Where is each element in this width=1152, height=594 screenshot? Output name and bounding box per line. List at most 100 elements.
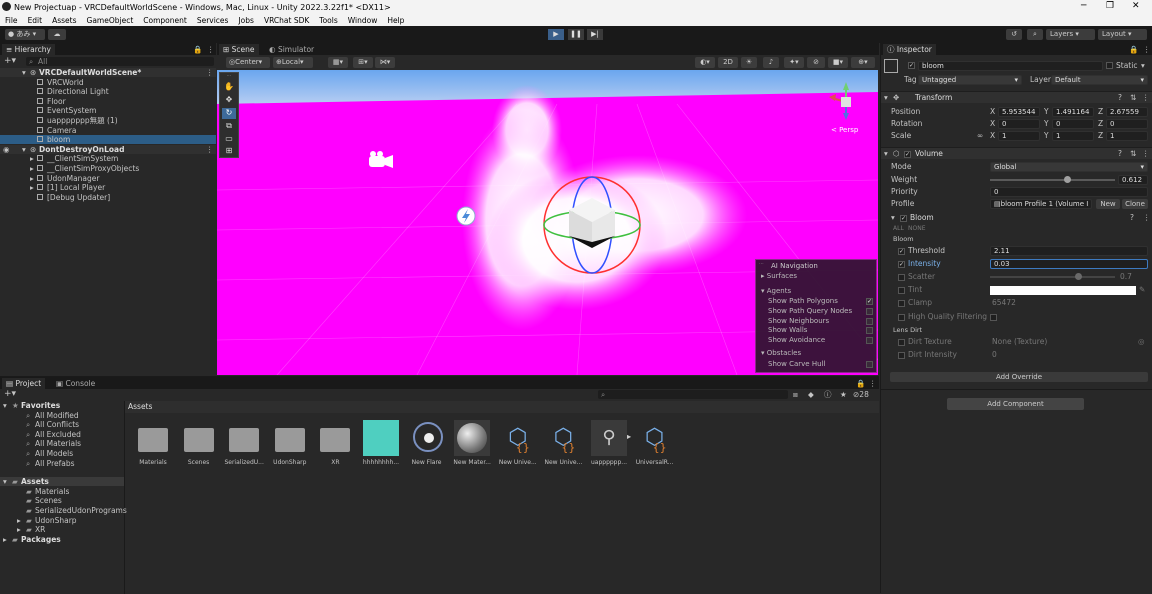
lock-icon[interactable]: 🔒 (856, 379, 865, 388)
all-override-link[interactable]: ALL (893, 224, 904, 234)
layer-dropdown[interactable]: Default ▾ (1051, 75, 1148, 85)
hierarchy-item[interactable]: VRCWorld (0, 78, 216, 87)
menu-edit[interactable]: Edit (23, 16, 48, 25)
menu-jobs[interactable]: Jobs (233, 16, 258, 25)
menu-vrchat-sdk[interactable]: VRChat SDK (259, 16, 314, 25)
transform-tool-icon[interactable]: ⊞ (222, 146, 236, 157)
history-icon[interactable]: ↺ (1006, 29, 1022, 40)
hq-filtering-override-checkbox[interactable] (898, 314, 905, 321)
pivot-dropdown[interactable]: ◎Center▾ (226, 57, 270, 68)
position-x-field[interactable]: 5.953544 (998, 107, 1040, 117)
intensity-field[interactable]: 0.03 (990, 259, 1148, 269)
lock-icon[interactable]: 🔒 (193, 45, 202, 54)
hierarchy-item[interactable]: uappppppp無題 (1) (0, 116, 216, 125)
scale-z-field[interactable]: 1 (1106, 131, 1148, 141)
kebab-menu-icon[interactable]: ⋮ (1143, 45, 1151, 54)
search-icon[interactable]: ⌕ (1027, 29, 1043, 40)
tint-color-swatch[interactable] (990, 286, 1136, 295)
volume-header[interactable]: ▾ ⬡ ✓ Volume ? ⇅ ⋮ (881, 147, 1152, 159)
hq-filtering-checkbox[interactable] (990, 314, 997, 321)
step-button[interactable]: ▶| (587, 29, 603, 40)
project-tree-item[interactable]: ⌕ All Conflicts (0, 420, 124, 429)
add-object-button[interactable]: +▾ (4, 57, 16, 66)
close-icon[interactable]: ✕ (1132, 1, 1140, 11)
asset-item[interactable]: ⬡{} New Unive... (541, 420, 585, 470)
obstacles-foldout[interactable]: ▾ Obstacles (761, 349, 801, 357)
profile-field[interactable]: ▤bloom Profile 1 (Volume I (990, 199, 1092, 209)
tab-console[interactable]: ▣ Console (52, 378, 99, 389)
add-component-button[interactable]: Add Component (947, 398, 1084, 410)
scale-tool-icon[interactable]: ⧉ (222, 121, 236, 132)
move-tool-icon[interactable]: ✥ (222, 95, 236, 106)
asset-item[interactable]: New Flare (405, 420, 449, 470)
foldout-icon[interactable]: ▾ (3, 401, 7, 410)
tab-hierarchy[interactable]: ≡ Hierarchy (2, 44, 55, 55)
presets-icon[interactable]: ⇅ (1130, 149, 1136, 159)
project-tree-item[interactable]: ⌕ All Excluded (0, 430, 124, 439)
increment-snap-icon[interactable]: ⋈▾ (375, 57, 395, 68)
asset-item[interactable]: New Mater... (450, 420, 494, 470)
kebab-menu-icon[interactable]: ⋮ (206, 145, 214, 154)
tab-scene[interactable]: ⊞ Scene (219, 44, 259, 55)
scale-x-field[interactable]: 1 (998, 131, 1040, 141)
grid-snap-icon[interactable]: ▦▾ (328, 57, 348, 68)
project-tree-item[interactable]: ⌕ All Materials (0, 439, 124, 448)
scale-y-field[interactable]: 1 (1052, 131, 1094, 141)
hierarchy-item[interactable]: ▸ __ClientSimSystem (0, 154, 216, 163)
maximize-icon[interactable]: ❐ (1106, 1, 1114, 11)
2d-toggle-button[interactable]: 2D (718, 57, 738, 68)
tag-dropdown[interactable]: Untagged ▾ (918, 75, 1022, 85)
agent-option-checkbox[interactable] (866, 307, 873, 315)
help-icon[interactable]: ? (1130, 213, 1134, 223)
menu-component[interactable]: Component (138, 16, 192, 25)
priority-field[interactable]: 0 (990, 187, 1148, 197)
bloom-header[interactable]: ▾ ✓ Bloom ? ⋮ (884, 213, 1151, 224)
visibility-icon[interactable]: ⊘ (807, 57, 825, 68)
tint-override-checkbox[interactable] (898, 287, 905, 294)
hierarchy-item[interactable]: Directional Light (0, 87, 216, 96)
create-asset-button[interactable]: +▾ (4, 390, 16, 399)
object-name-input[interactable]: bloom (918, 61, 1103, 71)
agents-foldout[interactable]: ▾ Agents (761, 287, 791, 295)
hierarchy-scene-row[interactable]: ▾ ⊛ ⋮ ◉ DontDestroyOnLoad (0, 144, 216, 154)
menu-help[interactable]: Help (382, 16, 409, 25)
transform-header[interactable]: ▾ ✥ Transform ? ⇅ ⋮ (881, 91, 1152, 103)
active-checkbox[interactable]: ✓ (908, 62, 915, 69)
project-tree-item[interactable]: ⌕ All Prefabs (0, 459, 124, 468)
foldout-icon[interactable]: ▸ (17, 516, 21, 525)
hierarchy-search-input[interactable]: ⌕ All (26, 57, 214, 66)
presets-icon[interactable]: ⇅ (1130, 93, 1136, 103)
agent-option-checkbox[interactable] (866, 337, 873, 345)
foldout-icon[interactable]: ▸ (30, 164, 34, 173)
foldout-icon[interactable]: ▾ (22, 68, 26, 77)
kebab-menu-icon[interactable]: ⋮ (869, 379, 877, 388)
minimize-icon[interactable]: ─ (1081, 1, 1086, 11)
intensity-override-checkbox[interactable]: ✓ (898, 261, 905, 268)
static-dropdown-icon[interactable]: ▾ (1141, 61, 1145, 71)
project-tree-item[interactable]: ▰ Materials (0, 487, 124, 496)
asset-item[interactable]: UdonSharp (268, 420, 312, 470)
rotation-z-field[interactable]: 0 (1106, 119, 1148, 129)
tab-project[interactable]: ▤ Project (2, 378, 46, 389)
foldout-icon[interactable]: ▸ (30, 174, 34, 183)
space-dropdown[interactable]: ⊕Local▾ (273, 57, 313, 68)
agent-option-checkbox[interactable] (866, 317, 873, 325)
play-button[interactable]: ▶ (548, 29, 564, 40)
type-filter-icon[interactable]: ⧈ (793, 390, 798, 399)
project-tree-item[interactable]: ▸ ▰ UdonSharp (0, 516, 124, 525)
obstacle-option-checkbox[interactable] (866, 361, 873, 368)
position-z-field[interactable]: 2.67559 (1106, 107, 1148, 117)
new-profile-button[interactable]: New (1096, 199, 1120, 209)
menu-assets[interactable]: Assets (47, 16, 81, 25)
clone-profile-button[interactable]: Clone (1122, 199, 1148, 209)
add-override-button[interactable]: Add Override (890, 372, 1148, 382)
asset-item[interactable]: ⬡{} UniversalR... (633, 420, 677, 470)
mode-dropdown[interactable]: Global ▾ (990, 162, 1148, 172)
kebab-menu-icon[interactable]: ⋮ (1143, 213, 1151, 223)
project-search-input[interactable]: ⌕ (598, 390, 788, 399)
camera-settings-icon[interactable]: ■▾ (828, 57, 848, 68)
menu-window[interactable]: Window (343, 16, 383, 25)
foldout-icon[interactable]: ▸ (30, 183, 34, 192)
rect-tool-icon[interactable]: ▭ (222, 134, 236, 145)
kebab-menu-icon[interactable]: ⋮ (1142, 149, 1150, 159)
